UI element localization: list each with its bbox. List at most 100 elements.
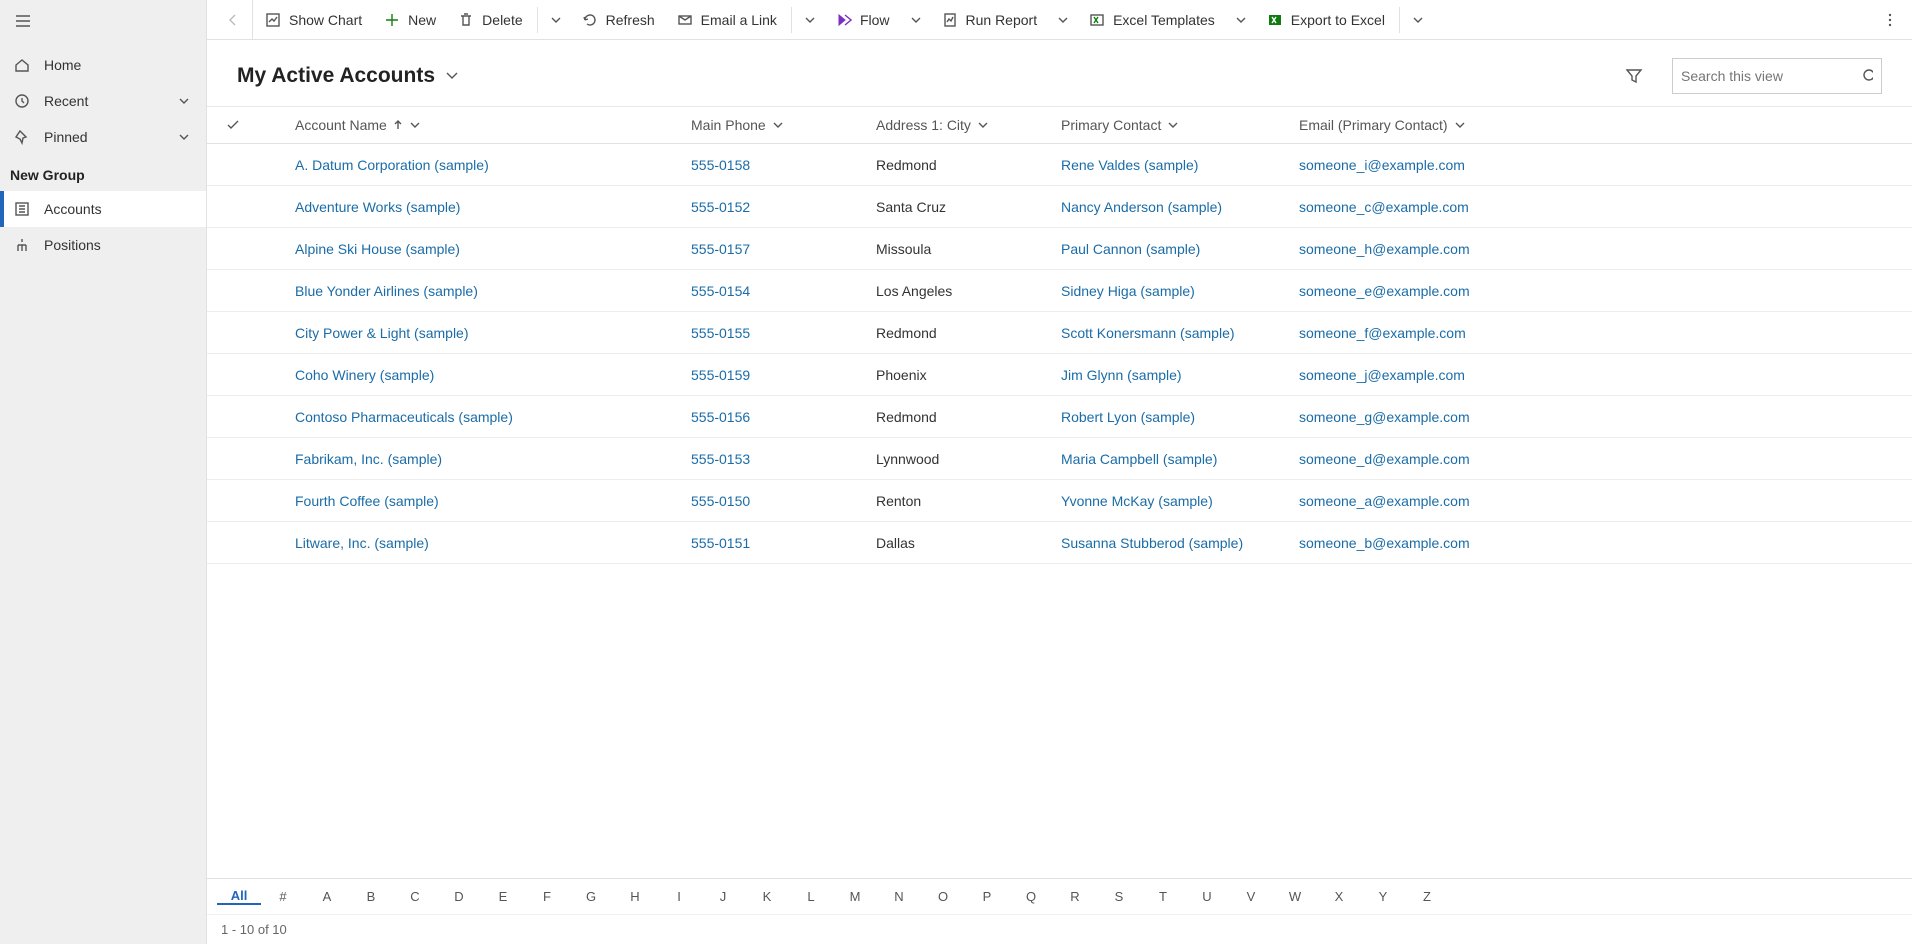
- table-row[interactable]: Fourth Coffee (sample)555-0150RentonYvon…: [207, 480, 1912, 522]
- view-selector[interactable]: My Active Accounts: [237, 64, 459, 88]
- contact-link[interactable]: Rene Valdes (sample): [1061, 157, 1198, 173]
- contact-link[interactable]: Jim Glynn (sample): [1061, 367, 1182, 383]
- contact-link[interactable]: Robert Lyon (sample): [1061, 409, 1195, 425]
- table-row[interactable]: Fabrikam, Inc. (sample)555-0153LynnwoodM…: [207, 438, 1912, 480]
- phone-link[interactable]: 555-0153: [691, 451, 750, 467]
- phone-link[interactable]: 555-0150: [691, 493, 750, 509]
- jump-f[interactable]: F: [525, 889, 569, 904]
- search-input[interactable]: [1681, 68, 1862, 84]
- account-name-link[interactable]: Litware, Inc. (sample): [295, 535, 429, 551]
- account-name-link[interactable]: Alpine Ski House (sample): [295, 241, 460, 257]
- jump-v[interactable]: V: [1229, 889, 1273, 904]
- account-name-link[interactable]: Contoso Pharmaceuticals (sample): [295, 409, 513, 425]
- account-name-link[interactable]: Adventure Works (sample): [295, 199, 460, 215]
- nav-home[interactable]: Home: [0, 47, 206, 83]
- jump-n[interactable]: N: [877, 889, 921, 904]
- nav-accounts[interactable]: Accounts: [0, 191, 206, 227]
- account-name-link[interactable]: Fabrikam, Inc. (sample): [295, 451, 442, 467]
- jump-t[interactable]: T: [1141, 889, 1185, 904]
- refresh-button[interactable]: Refresh: [572, 0, 665, 40]
- email-link[interactable]: someone_f@example.com: [1299, 325, 1466, 341]
- jump-w[interactable]: W: [1273, 889, 1317, 904]
- run-report-dropdown[interactable]: [1049, 0, 1077, 40]
- export-excel-button[interactable]: Export to Excel: [1257, 0, 1395, 40]
- export-excel-dropdown[interactable]: [1404, 0, 1432, 40]
- table-row[interactable]: Alpine Ski House (sample)555-0157Missoul…: [207, 228, 1912, 270]
- jump-p[interactable]: P: [965, 889, 1009, 904]
- email-link[interactable]: someone_c@example.com: [1299, 199, 1469, 215]
- jump-h[interactable]: H: [613, 889, 657, 904]
- back-button[interactable]: [213, 0, 253, 40]
- jump-q[interactable]: Q: [1009, 889, 1053, 904]
- email-link[interactable]: someone_a@example.com: [1299, 493, 1470, 509]
- jump-g[interactable]: G: [569, 889, 613, 904]
- overflow-button[interactable]: [1874, 0, 1906, 40]
- jump-z[interactable]: Z: [1405, 889, 1449, 904]
- table-row[interactable]: Contoso Pharmaceuticals (sample) 555-0156…: [207, 396, 1912, 438]
- jump-m[interactable]: M: [833, 889, 877, 904]
- table-row[interactable]: Coho Winery (sample)555-0159PhoenixJim G…: [207, 354, 1912, 396]
- contact-link[interactable]: Sidney Higa (sample): [1061, 283, 1195, 299]
- run-report-button[interactable]: Run Report: [932, 0, 1048, 40]
- jump-s[interactable]: S: [1097, 889, 1141, 904]
- contact-link[interactable]: Maria Campbell (sample): [1061, 451, 1217, 467]
- contact-link[interactable]: Paul Cannon (sample): [1061, 241, 1200, 257]
- filter-button[interactable]: [1616, 58, 1652, 94]
- select-all-column[interactable]: [225, 117, 295, 133]
- table-row[interactable]: A. Datum Corporation (sample)555-0158Red…: [207, 144, 1912, 186]
- flow-dropdown[interactable]: [902, 0, 930, 40]
- jump-k[interactable]: K: [745, 889, 789, 904]
- table-row[interactable]: Adventure Works (sample)555-0152Santa Cr…: [207, 186, 1912, 228]
- flow-button[interactable]: Flow: [826, 0, 900, 40]
- email-link-dropdown[interactable]: [796, 0, 824, 40]
- contact-link[interactable]: Scott Konersmann (sample): [1061, 325, 1235, 341]
- jump-j[interactable]: J: [701, 889, 745, 904]
- jump-x[interactable]: X: [1317, 889, 1361, 904]
- email-link[interactable]: someone_b@example.com: [1299, 535, 1470, 551]
- account-name-link[interactable]: City Power & Light (sample): [295, 325, 469, 341]
- account-name-link[interactable]: Fourth Coffee (sample): [295, 493, 439, 509]
- account-name-link[interactable]: Blue Yonder Airlines (sample): [295, 283, 478, 299]
- excel-templates-button[interactable]: Excel Templates: [1079, 0, 1225, 40]
- delete-button[interactable]: Delete: [448, 0, 532, 40]
- contact-link[interactable]: Yvonne McKay (sample): [1061, 493, 1213, 509]
- email-link[interactable]: someone_j@example.com: [1299, 367, 1465, 383]
- jump-l[interactable]: L: [789, 889, 833, 904]
- email-link[interactable]: someone_d@example.com: [1299, 451, 1470, 467]
- jump-r[interactable]: R: [1053, 889, 1097, 904]
- phone-link[interactable]: 555-0152: [691, 199, 750, 215]
- table-row[interactable]: City Power & Light (sample)555-0155Redmo…: [207, 312, 1912, 354]
- jump-all[interactable]: All: [217, 888, 261, 905]
- email-link[interactable]: someone_i@example.com: [1299, 157, 1465, 173]
- email-link-button[interactable]: Email a Link: [667, 0, 787, 40]
- table-row[interactable]: Litware, Inc. (sample)555-0151DallasSusa…: [207, 522, 1912, 564]
- column-primary-contact[interactable]: Primary Contact: [1061, 117, 1299, 133]
- phone-link[interactable]: 555-0157: [691, 241, 750, 257]
- excel-templates-dropdown[interactable]: [1227, 0, 1255, 40]
- jump-u[interactable]: U: [1185, 889, 1229, 904]
- account-name-link[interactable]: A. Datum Corporation (sample): [295, 157, 489, 173]
- email-link[interactable]: someone_h@example.com: [1299, 241, 1470, 257]
- jump-i[interactable]: I: [657, 889, 701, 904]
- phone-link[interactable]: 555-0154: [691, 283, 750, 299]
- table-row[interactable]: Blue Yonder Airlines (sample)555-0154Los…: [207, 270, 1912, 312]
- phone-link[interactable]: 555-0151: [691, 535, 750, 551]
- search-box[interactable]: [1672, 58, 1882, 94]
- nav-recent[interactable]: Recent: [0, 83, 206, 119]
- phone-link[interactable]: 555-0156: [691, 409, 750, 425]
- email-link[interactable]: someone_g@example.com: [1299, 409, 1470, 425]
- column-city[interactable]: Address 1: City: [876, 117, 1061, 133]
- delete-dropdown[interactable]: [542, 0, 570, 40]
- nav-pinned[interactable]: Pinned: [0, 119, 206, 155]
- nav-positions[interactable]: Positions: [0, 227, 206, 263]
- email-link[interactable]: someone_e@example.com: [1299, 283, 1470, 299]
- jump-d[interactable]: D: [437, 889, 481, 904]
- jump-y[interactable]: Y: [1361, 889, 1405, 904]
- column-main-phone[interactable]: Main Phone: [691, 117, 876, 133]
- jump-c[interactable]: C: [393, 889, 437, 904]
- jump-e[interactable]: E: [481, 889, 525, 904]
- phone-link[interactable]: 555-0158: [691, 157, 750, 173]
- new-button[interactable]: New: [374, 0, 446, 40]
- phone-link[interactable]: 555-0155: [691, 325, 750, 341]
- account-name-link[interactable]: Coho Winery (sample): [295, 367, 434, 383]
